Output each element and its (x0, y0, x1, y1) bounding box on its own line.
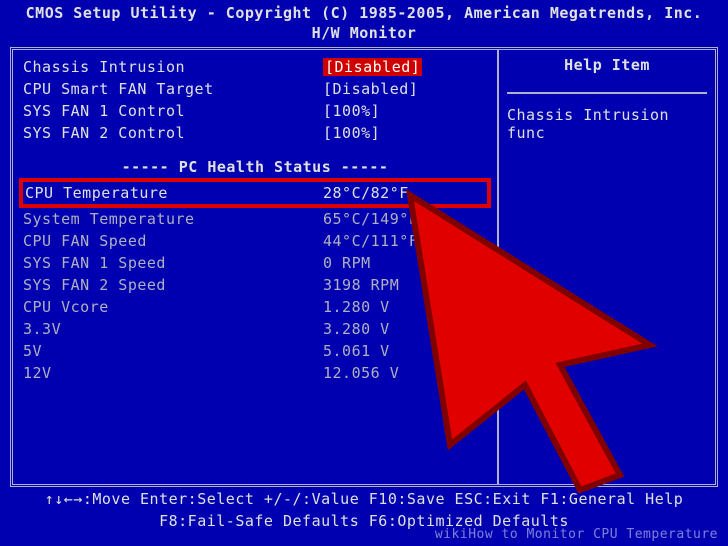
health-value: 3198 RPM (323, 276, 487, 294)
value-highlighted: [Disabled] (323, 58, 422, 76)
help-title: Help Item (507, 56, 707, 94)
watermark: wikiHow to Monitor CPU Temperature (435, 527, 718, 542)
footer-hints: ↑↓←→:Move Enter:Select +/-/:Value F10:Sa… (10, 489, 718, 533)
health-label: CPU Temperature (25, 184, 323, 202)
setting-value: [Disabled] (323, 58, 487, 76)
health-label: SYS FAN 1 Speed (23, 254, 323, 272)
setting-chassis-intrusion[interactable]: Chassis Intrusion [Disabled] (23, 56, 487, 78)
setting-sys-fan-1[interactable]: SYS FAN 1 Control [100%] (23, 100, 487, 122)
help-text: Chassis Intrusion func (507, 106, 707, 142)
health-value: 12.056 V (323, 364, 487, 382)
header-subtitle: H/W Monitor (0, 24, 728, 44)
health-value: 5.061 V (323, 342, 487, 360)
health-value: 44°C/111°F (323, 232, 487, 250)
health-label: SYS FAN 2 Speed (23, 276, 323, 294)
health-value: 65°C/149°F (323, 210, 487, 228)
health-value: 0 RPM (323, 254, 487, 272)
header-title: CMOS Setup Utility - Copyright (C) 1985-… (0, 4, 728, 24)
setting-value: [100%] (323, 102, 487, 120)
health-system-temperature: System Temperature 65°C/149°F (23, 208, 487, 230)
setting-label: Chassis Intrusion (23, 58, 323, 76)
main-frame: Chassis Intrusion [Disabled] CPU Smart F… (10, 47, 718, 487)
health-value: 1.280 V (323, 298, 487, 316)
setting-value: [Disabled] (323, 80, 487, 98)
main-panel[interactable]: Chassis Intrusion [Disabled] CPU Smart F… (13, 50, 499, 484)
header: CMOS Setup Utility - Copyright (C) 1985-… (0, 0, 728, 45)
health-5v: 5V 5.061 V (23, 340, 487, 362)
health-sys-fan-1-speed: SYS FAN 1 Speed 0 RPM (23, 252, 487, 274)
help-panel: Help Item Chassis Intrusion func (499, 50, 715, 484)
health-label: 3.3V (23, 320, 323, 338)
setting-sys-fan-2[interactable]: SYS FAN 2 Control [100%] (23, 122, 487, 144)
health-label: System Temperature (23, 210, 323, 228)
health-cpu-fan-speed: CPU FAN Speed 44°C/111°F (23, 230, 487, 252)
health-label: 12V (23, 364, 323, 382)
health-cpu-temperature: CPU Temperature 28°C/82°F (19, 178, 491, 208)
section-header-health: ----- PC Health Status ----- (23, 158, 487, 176)
setting-label: CPU Smart FAN Target (23, 80, 323, 98)
health-value: 28°C/82°F (323, 184, 409, 202)
health-cpu-vcore: CPU Vcore 1.280 V (23, 296, 487, 318)
health-value: 3.280 V (323, 320, 487, 338)
health-sys-fan-2-speed: SYS FAN 2 Speed 3198 RPM (23, 274, 487, 296)
setting-label: SYS FAN 1 Control (23, 102, 323, 120)
health-label: CPU FAN Speed (23, 232, 323, 250)
health-3v3: 3.3V 3.280 V (23, 318, 487, 340)
health-label: 5V (23, 342, 323, 360)
footer-line-1: ↑↓←→:Move Enter:Select +/-/:Value F10:Sa… (10, 489, 718, 511)
health-label: CPU Vcore (23, 298, 323, 316)
health-12v: 12V 12.056 V (23, 362, 487, 384)
setting-cpu-smart-fan[interactable]: CPU Smart FAN Target [Disabled] (23, 78, 487, 100)
setting-label: SYS FAN 2 Control (23, 124, 323, 142)
setting-value: [100%] (323, 124, 487, 142)
